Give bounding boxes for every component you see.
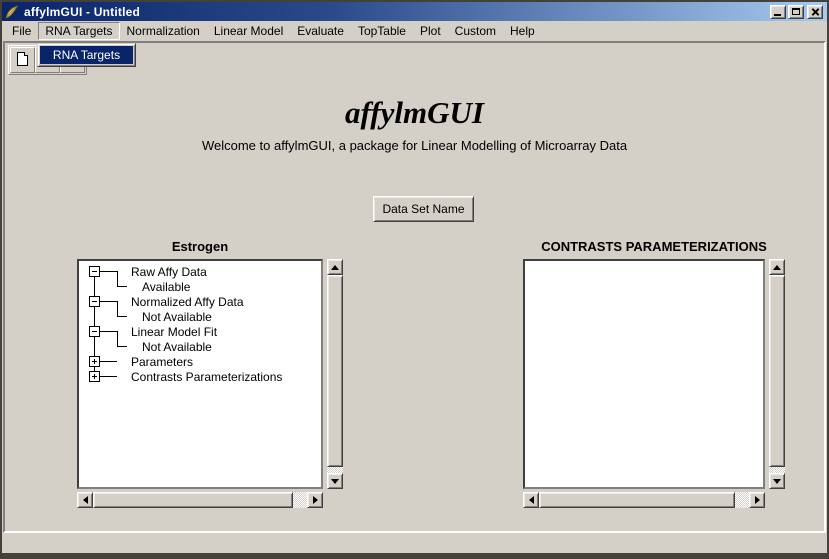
window-border <box>0 0 2 559</box>
scroll-up-icon <box>773 265 781 270</box>
scrollbar-thumb[interactable] <box>93 492 293 508</box>
feather-icon[interactable] <box>5 5 19 19</box>
close-button[interactable] <box>807 5 823 19</box>
tree-item-not-available[interactable]: Not Available <box>81 339 319 354</box>
tree-item-not-available[interactable]: Not Available <box>81 309 319 324</box>
maximize-button[interactable] <box>788 5 804 19</box>
menu-rna-targets[interactable]: RNA Targets <box>38 22 119 40</box>
title-bar[interactable]: affylmGUI - Untitled <box>2 2 827 21</box>
tree-item-normalized-affy-data[interactable]: Normalized Affy Data <box>81 294 319 309</box>
scroll-left-button[interactable] <box>77 492 93 508</box>
welcome-text: Welcome to affylmGUI, a package for Line… <box>0 138 829 153</box>
menu-file[interactable]: File <box>5 22 38 40</box>
scroll-left-button[interactable] <box>523 492 539 508</box>
status-tree: Raw Affy Data Available Normalized Affy … <box>81 264 319 485</box>
expander-plus-icon[interactable] <box>89 371 100 382</box>
new-document-icon <box>17 52 28 66</box>
data-set-name-button[interactable]: Data Set Name <box>373 196 474 222</box>
contrasts-listbox[interactable] <box>523 259 765 489</box>
scroll-down-icon <box>331 479 339 484</box>
menu-normalization[interactable]: Normalization <box>120 22 207 40</box>
contrasts-horizontal-scrollbar[interactable] <box>523 492 765 508</box>
scrollbar-thumb[interactable] <box>769 275 785 467</box>
tree-item-available[interactable]: Available <box>81 279 319 294</box>
menu-item-rna-targets[interactable]: RNA Targets <box>40 46 133 64</box>
tree-item-parameters[interactable]: Parameters <box>81 354 319 369</box>
estrogen-label: Estrogen <box>77 239 323 254</box>
scroll-left-icon <box>529 496 534 504</box>
maximize-icon <box>792 8 800 15</box>
scroll-right-icon <box>313 496 318 504</box>
scroll-down-button[interactable] <box>769 473 785 489</box>
rna-targets-dropdown: RNA Targets <box>37 43 136 67</box>
estrogen-horizontal-scrollbar[interactable] <box>77 492 323 508</box>
application-window: affylmGUI - Untitled File RNA Targets No… <box>0 0 829 559</box>
tree-item-raw-affy-data[interactable]: Raw Affy Data <box>81 264 319 279</box>
scroll-up-icon <box>331 265 339 270</box>
menu-bar: File RNA Targets Normalization Linear Mo… <box>2 21 827 41</box>
expander-plus-icon[interactable] <box>89 356 100 367</box>
window-border <box>0 0 829 2</box>
minimize-button[interactable] <box>770 5 786 19</box>
scroll-up-button[interactable] <box>769 259 785 275</box>
contrasts-label: CONTRASTS PARAMETERIZATIONS <box>523 239 785 254</box>
page-title: affylmGUI <box>0 95 829 131</box>
contrasts-vertical-scrollbar[interactable] <box>769 259 785 489</box>
scrollbar-thumb[interactable] <box>539 492 735 508</box>
menu-custom[interactable]: Custom <box>448 22 503 40</box>
scrollbar-thumb[interactable] <box>327 275 343 467</box>
scroll-down-icon <box>773 479 781 484</box>
tree-item-contrasts-parameterizations[interactable]: Contrasts Parameterizations <box>81 369 319 384</box>
estrogen-listbox[interactable]: Raw Affy Data Available Normalized Affy … <box>77 259 323 489</box>
new-document-button[interactable] <box>10 47 35 73</box>
window-border <box>0 553 829 559</box>
scroll-right-button[interactable] <box>307 492 323 508</box>
minimize-icon <box>774 14 781 16</box>
scroll-up-button[interactable] <box>327 259 343 275</box>
menu-toptable[interactable]: TopTable <box>351 22 413 40</box>
expander-minus-icon[interactable] <box>89 266 100 277</box>
menu-plot[interactable]: Plot <box>413 22 448 40</box>
scroll-down-button[interactable] <box>327 473 343 489</box>
scroll-right-icon <box>755 496 760 504</box>
window-title: affylmGUI - Untitled <box>24 5 140 19</box>
expander-minus-icon[interactable] <box>89 296 100 307</box>
menu-evaluate[interactable]: Evaluate <box>290 22 351 40</box>
expander-minus-icon[interactable] <box>89 326 100 337</box>
scroll-right-button[interactable] <box>749 492 765 508</box>
menu-help[interactable]: Help <box>503 22 542 40</box>
menu-linear-model[interactable]: Linear Model <box>207 22 290 40</box>
estrogen-vertical-scrollbar[interactable] <box>327 259 343 489</box>
scroll-left-icon <box>83 496 88 504</box>
tree-item-linear-model-fit[interactable]: Linear Model Fit <box>81 324 319 339</box>
